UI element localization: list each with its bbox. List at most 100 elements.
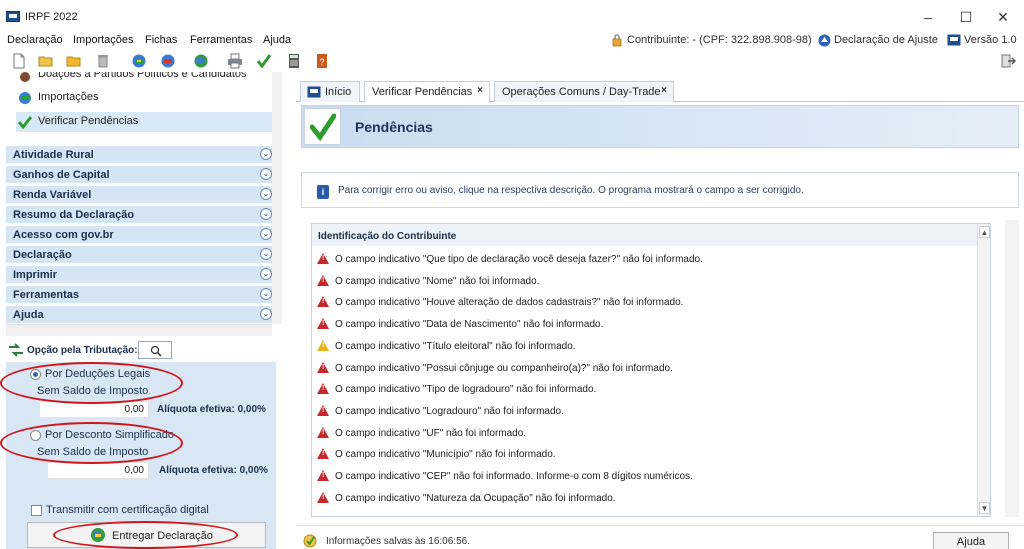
certificado-checkbox[interactable] [31, 505, 42, 516]
section-gov-br[interactable]: Acesso com gov.br ⌄ [6, 226, 276, 244]
maximize-button[interactable]: ☐ [948, 6, 984, 28]
section-label: Renda Variável [13, 189, 92, 201]
chevron-down-icon: ⌄ [260, 208, 272, 220]
error-icon [317, 491, 329, 503]
arrows-icon [9, 343, 23, 357]
pendencia-row[interactable]: O campo indicativo "Tipo de logradouro" … [312, 378, 978, 399]
sidebar-item-doacoes[interactable]: Doações a Partidos Políticos e Candidato… [16, 72, 274, 85]
check-icon [310, 113, 336, 141]
menu-importacoes[interactable]: Importações [73, 34, 134, 46]
section-label: Imprimir [13, 269, 58, 281]
pendencia-text: O campo indicativo "Logradouro" não foi … [335, 405, 564, 417]
tab-inicio[interactable]: Início [300, 81, 360, 102]
pendencia-row[interactable]: O campo indicativo "Possui cônjuge ou co… [312, 357, 978, 378]
list-group-header: Identificação do Contribuinte [312, 224, 978, 246]
pendencia-row[interactable]: O campo indicativo "Logradouro" não foi … [312, 400, 978, 421]
minimize-button[interactable]: – [910, 6, 946, 28]
list-scrollbar[interactable]: ▲ ▼ [977, 224, 990, 516]
content-scrollbar[interactable] [1005, 220, 1019, 517]
declaracao-tipo: Declaração de Ajuste [834, 34, 938, 46]
section-ajuda[interactable]: Ajuda ⌄ [6, 306, 276, 324]
section-label: Resumo da Declaração [13, 209, 135, 221]
menu-fichas[interactable]: Fichas [145, 34, 177, 46]
calculator-icon[interactable] [286, 53, 302, 69]
ajuda-button[interactable]: Ajuda [933, 532, 1009, 549]
section-ganhos-capital[interactable]: Ganhos de Capital ⌄ [6, 166, 276, 184]
info-icon: i [317, 185, 329, 199]
chevron-down-icon: ⌄ [260, 148, 272, 160]
pendencia-row[interactable]: O campo indicativo "UF" não foi informad… [312, 422, 978, 443]
pendencia-text: O campo indicativo "Que tipo de declaraç… [335, 254, 703, 265]
exit-icon[interactable] [1000, 53, 1016, 69]
check-icon [18, 116, 32, 129]
close-icon[interactable]: × [661, 85, 667, 96]
section-label: Declaração [13, 249, 72, 261]
status-bar: Informações salvas às 16:06:56. Ajuda [296, 525, 1024, 549]
section-renda-variavel[interactable]: Renda Variável ⌄ [6, 186, 276, 204]
search-icon [150, 345, 162, 357]
app-icon [6, 11, 20, 22]
error-icon [317, 426, 329, 438]
open-folder-icon[interactable] [38, 53, 54, 69]
globe-icon[interactable] [193, 53, 209, 69]
declaracao-icon [818, 34, 831, 47]
scroll-down-icon[interactable]: ▼ [979, 502, 990, 514]
error-icon [317, 361, 329, 373]
pendencia-row[interactable]: O campo indicativo "Natureza da Ocupação… [312, 487, 978, 508]
help-book-icon[interactable]: ? [314, 53, 330, 69]
section-imprimir[interactable]: Imprimir ⌄ [6, 266, 276, 284]
pendencia-row[interactable]: O campo indicativo "Nome" não foi inform… [312, 270, 978, 291]
sidebar-scrollbar[interactable] [272, 72, 282, 324]
import-icon[interactable] [131, 53, 147, 69]
pendencia-text: O campo indicativo "Houve alteração de d… [335, 297, 684, 309]
section-declaracao[interactable]: Declaração ⌄ [6, 246, 276, 264]
pendencia-row[interactable]: O campo indicativo "Título eleitoral" nã… [312, 335, 978, 356]
close-button[interactable]: ✕ [985, 6, 1021, 28]
sidebar-item-importacoes[interactable]: Importações [16, 88, 274, 108]
menu-ajuda[interactable]: Ajuda [263, 34, 291, 46]
tab-verificar-pendencias[interactable]: Verificar Pendências × [364, 81, 490, 103]
tab-label: Início [325, 86, 352, 98]
chevron-down-icon: ⌄ [260, 168, 272, 180]
menu-ferramentas[interactable]: Ferramentas [190, 34, 252, 46]
sidebar-horizontal-scrollbar[interactable] [6, 324, 272, 336]
section-resumo[interactable]: Resumo da Declaração ⌄ [6, 206, 276, 224]
new-file-icon[interactable] [11, 53, 27, 69]
error-icon [317, 296, 329, 308]
section-ferramentas[interactable]: Ferramentas ⌄ [6, 286, 276, 304]
group-label: Identificação do Contribuinte [318, 231, 457, 242]
warning-icon [317, 339, 329, 351]
printer-icon[interactable] [227, 53, 243, 69]
scroll-up-icon[interactable]: ▲ [979, 226, 990, 238]
title-bar: IRPF 2022 – ☐ ✕ [0, 0, 1024, 32]
checkbox-label: Transmitir com certificação digital [46, 504, 209, 516]
pendencia-text: O campo indicativo "Título eleitoral" nã… [335, 340, 576, 352]
tab-operacoes-comuns[interactable]: Operações Comuns / Day-Trade × [494, 81, 674, 102]
pendencia-row[interactable]: O campo indicativo "CEP" não foi informa… [312, 465, 978, 486]
error-icon [317, 274, 329, 286]
sidebar-item-verificar-pendencias[interactable]: Verificar Pendências [16, 112, 274, 132]
menu-declaracao[interactable]: Declaração [7, 34, 63, 46]
info-message: i Para corrigir erro ou aviso, clique na… [301, 172, 1019, 208]
close-icon[interactable]: × [477, 85, 483, 96]
pendencia-row[interactable]: O campo indicativo "Município" não foi i… [312, 443, 978, 464]
folder-icon[interactable] [66, 53, 82, 69]
pendencia-row[interactable]: O campo indicativo "Que tipo de declaraç… [312, 248, 978, 269]
menu-bar: Declaração Importações Fichas Ferramenta… [0, 32, 1024, 50]
highlight-ellipse [0, 362, 183, 404]
check-icon[interactable] [256, 53, 272, 69]
valor-simplificado: 0,00 [47, 462, 149, 479]
chevron-down-icon: ⌄ [260, 188, 272, 200]
trash-icon[interactable] [95, 53, 111, 69]
section-label: Ajuda [13, 309, 44, 321]
section-atividade-rural[interactable]: Atividade Rural ⌄ [6, 146, 276, 164]
chevron-down-icon: ⌄ [260, 308, 272, 320]
pendencia-row[interactable]: O campo indicativo "Houve alteração de d… [312, 291, 978, 312]
pendencia-text: O campo indicativo "CEP" não foi informa… [335, 471, 693, 482]
export-icon[interactable] [160, 53, 176, 69]
tributacao-search-button[interactable] [138, 341, 172, 359]
save-status-icon [303, 534, 317, 548]
window-title: IRPF 2022 [25, 11, 78, 23]
pendencia-row[interactable]: O campo indicativo "Data de Nascimento" … [312, 313, 978, 334]
chevron-down-icon: ⌄ [260, 248, 272, 260]
